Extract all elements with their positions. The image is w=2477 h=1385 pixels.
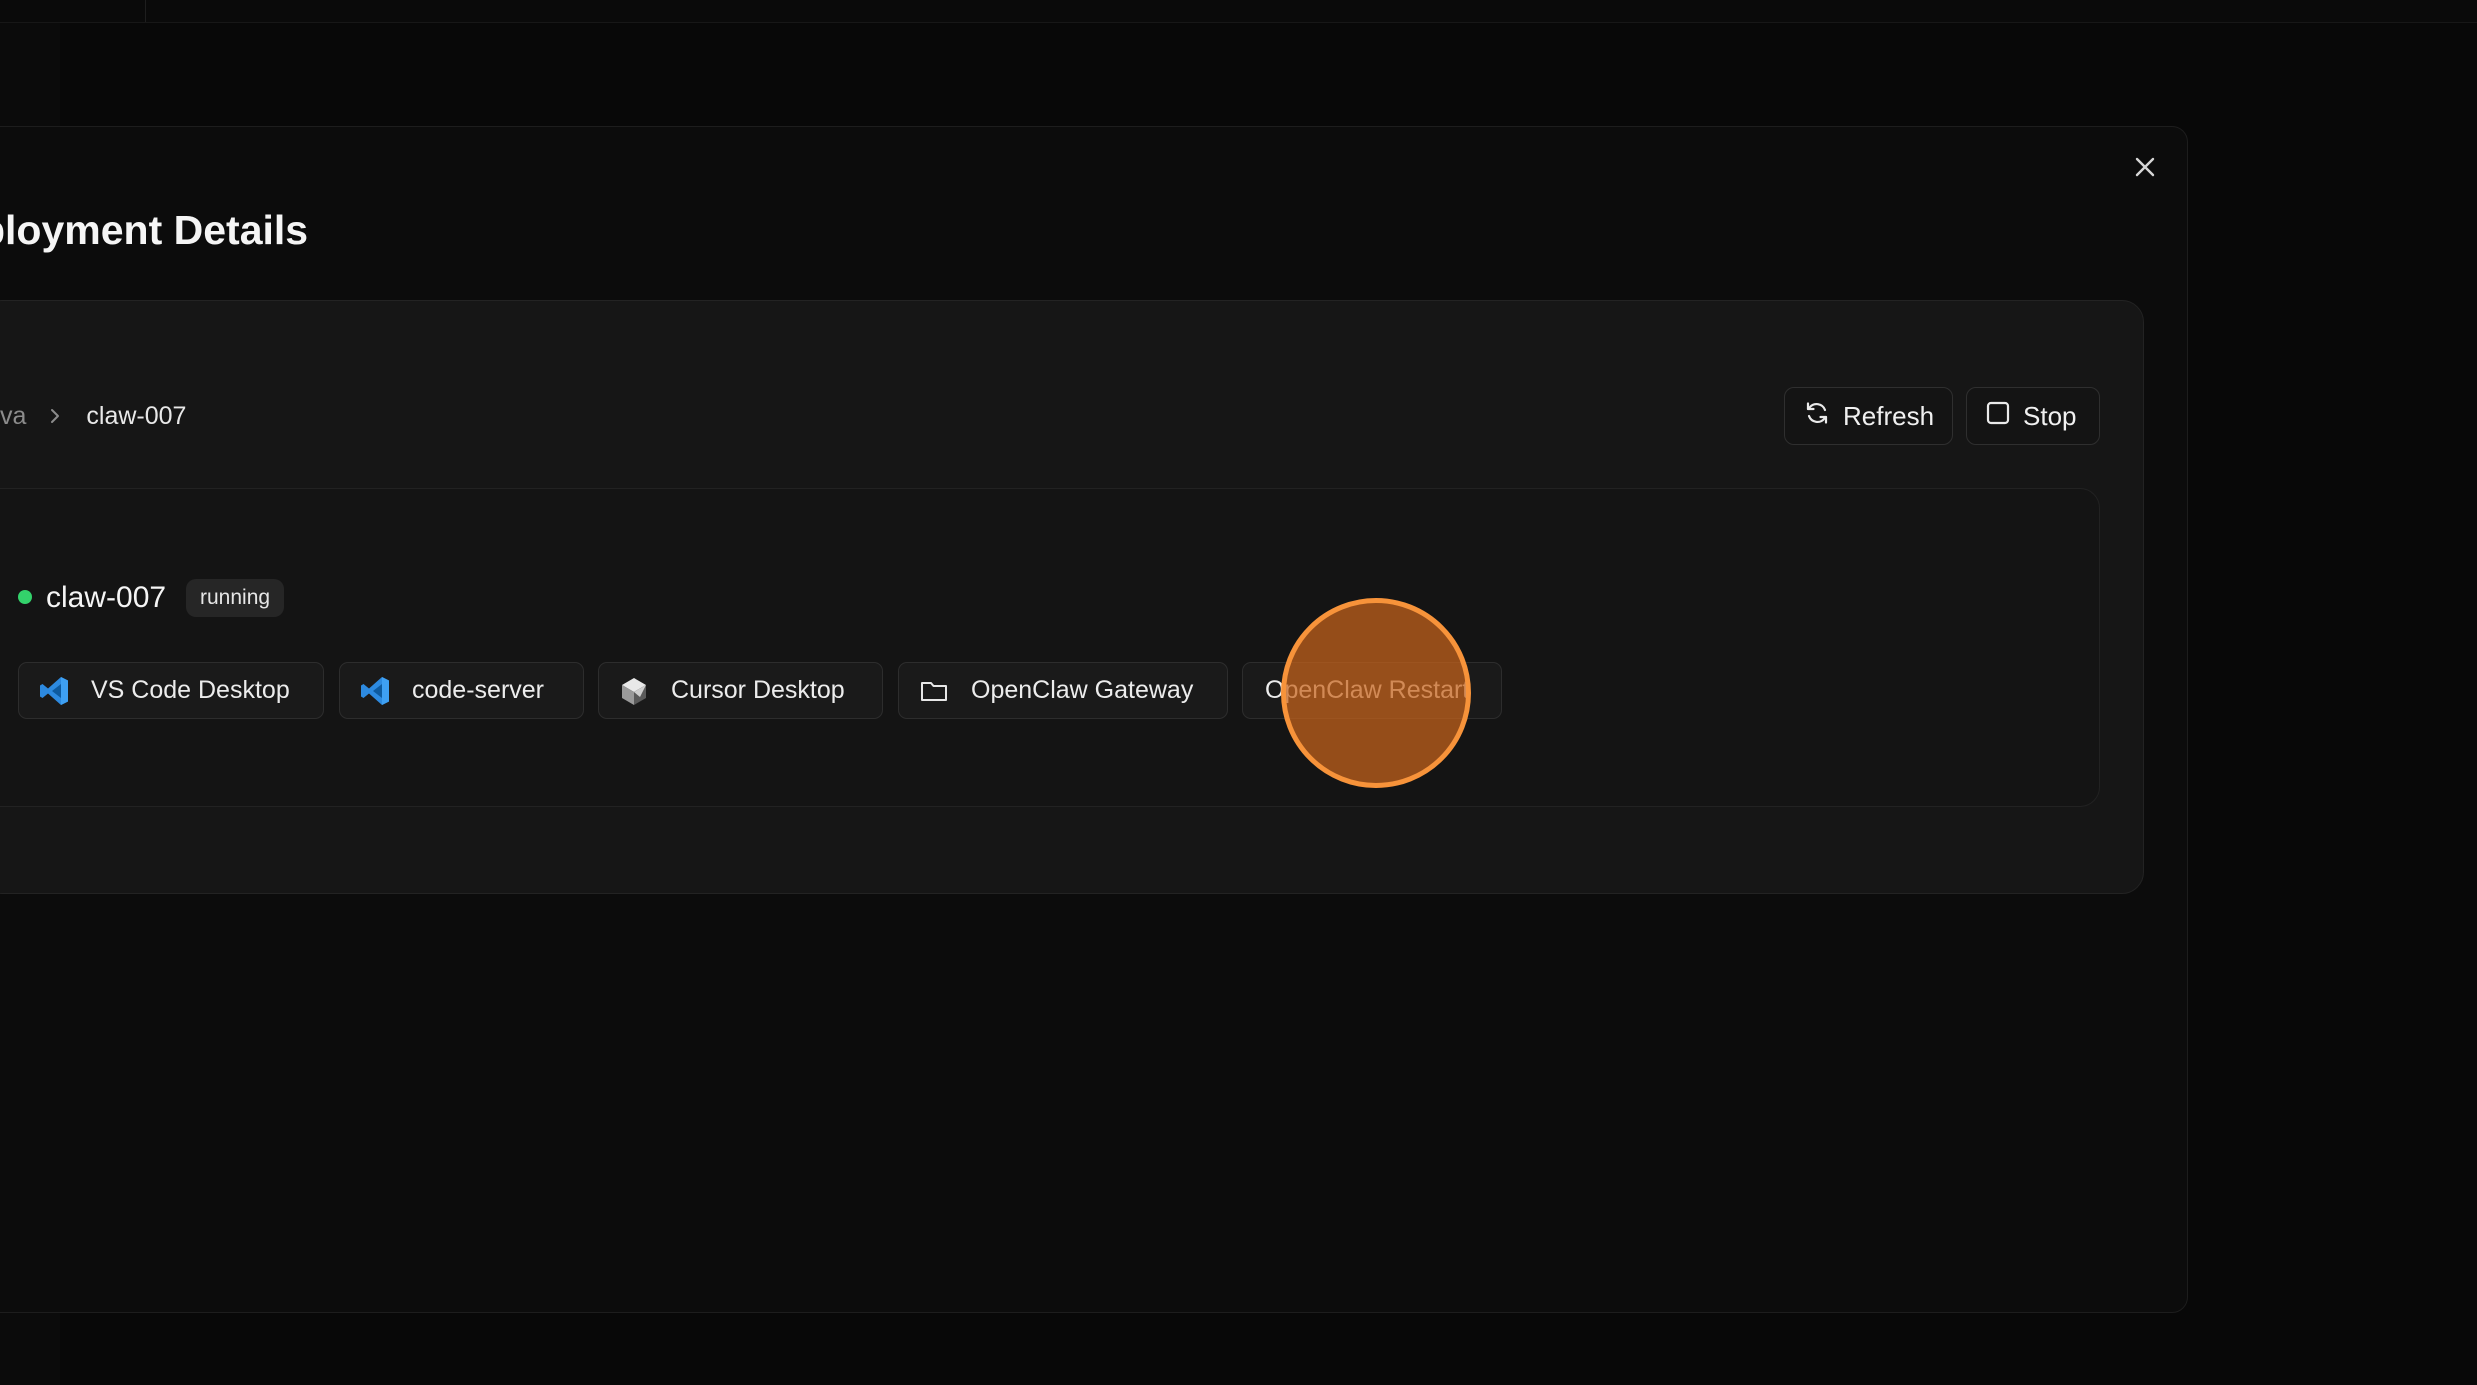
- breadcrumb-parent[interactable]: va: [0, 402, 26, 431]
- breadcrumb-current: claw-007: [86, 401, 187, 430]
- chevron-right-icon: [48, 406, 62, 426]
- app-button-openclaw-restart[interactable]: OpenClaw Restart: [1242, 662, 1502, 719]
- app-button-vscode-desktop[interactable]: VS Code Desktop: [18, 662, 324, 719]
- top-bar-divider: [145, 0, 146, 22]
- refresh-icon: [1803, 399, 1831, 434]
- app-button-code-server[interactable]: code-server: [339, 662, 584, 719]
- app-label: OpenClaw Restart: [1265, 676, 1470, 704]
- app-label: VS Code Desktop: [91, 676, 290, 704]
- app-label: code-server: [412, 676, 544, 704]
- vscode-icon: [37, 674, 71, 708]
- stop-label: Stop: [2023, 400, 2077, 431]
- app-label: Cursor Desktop: [671, 676, 845, 704]
- background-top-bar: [0, 0, 2477, 23]
- close-button[interactable]: [2128, 152, 2162, 186]
- refresh-button[interactable]: Refresh: [1784, 387, 1953, 445]
- deployment-name: claw-007: [46, 581, 167, 614]
- app-button-openclaw-gateway[interactable]: OpenClaw Gateway: [898, 662, 1228, 719]
- breadcrumb: va claw-007: [0, 396, 186, 436]
- cursor-icon: [617, 674, 651, 708]
- deployment-panel: [0, 488, 2100, 807]
- app-root: ployment Details va claw-007 Refresh Sto…: [0, 0, 2477, 1385]
- status-indicator-dot: [18, 590, 32, 604]
- stop-button[interactable]: Stop: [1966, 387, 2100, 445]
- app-button-cursor-desktop[interactable]: Cursor Desktop: [598, 662, 883, 719]
- status-badge: running: [186, 579, 285, 617]
- app-label: OpenClaw Gateway: [971, 676, 1194, 704]
- close-icon: [2134, 156, 2156, 183]
- vscode-icon: [358, 674, 392, 708]
- folder-icon: [917, 674, 951, 708]
- stop-icon: [1985, 400, 2011, 433]
- refresh-label: Refresh: [1843, 400, 1935, 431]
- dialog-title: ployment Details: [0, 207, 309, 253]
